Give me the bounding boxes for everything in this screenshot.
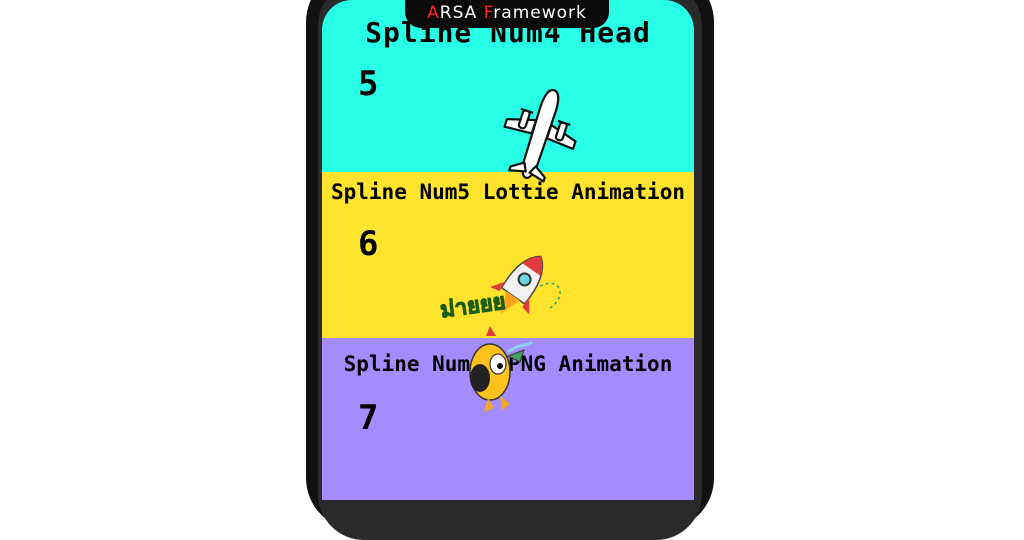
- brand-letter-f: F: [483, 3, 494, 23]
- brand-letter-a: A: [427, 3, 440, 23]
- panel-number: 7: [358, 398, 379, 438]
- airplane-icon: [503, 88, 577, 183]
- brand-word-rsa: RSA: [439, 3, 478, 23]
- phone-notch: ARSA Framework: [405, 0, 609, 28]
- brand-title: ARSA Framework: [405, 3, 609, 23]
- brand-word-ramework: ramework: [493, 3, 587, 23]
- panel-number: 5: [358, 64, 379, 104]
- chicken-sticker: [469, 326, 534, 412]
- panel-number: 6: [358, 224, 379, 264]
